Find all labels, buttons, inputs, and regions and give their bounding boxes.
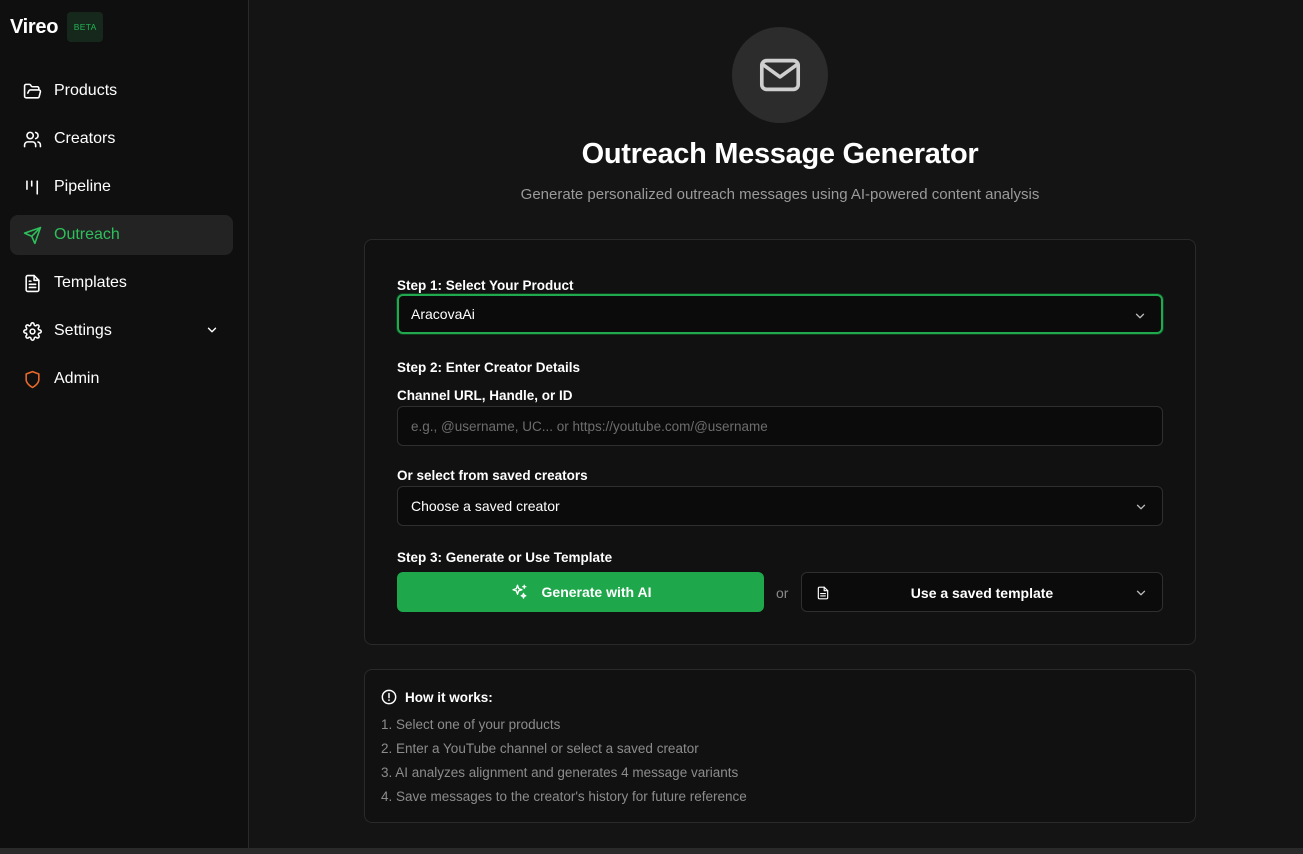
- horizontal-scrollbar[interactable]: [0, 848, 1303, 854]
- chevron-down-icon: [1134, 500, 1148, 514]
- list-item: 1. Select one of your products: [381, 717, 561, 732]
- step1-label: Step 1: Select Your Product: [397, 278, 574, 293]
- saved-template-label: Use a saved template: [910, 585, 1054, 601]
- sidebar-item-label: Creators: [54, 130, 116, 147]
- generator-form-card: Step 1: Select Your Product AracovaAi St…: [364, 239, 1196, 645]
- sidebar-item-label: Templates: [54, 274, 127, 291]
- step2-label: Step 2: Enter Creator Details: [397, 360, 581, 375]
- product-select-value: AracovaAi: [411, 306, 475, 322]
- sidebar-item-templates[interactable]: Templates: [10, 263, 233, 303]
- sidebar: Vireo BETA Products Creators Pipeline Ou…: [0, 0, 249, 854]
- page-subtitle: Generate personalized outreach messages …: [520, 186, 1040, 203]
- channel-input-placeholder: e.g., @username, UC... or https://youtub…: [411, 418, 768, 434]
- sparkles-icon: [510, 583, 528, 601]
- how-it-works-title: How it works:: [405, 689, 493, 705]
- info-alert-icon: [381, 689, 397, 705]
- gear-icon: [22, 321, 42, 341]
- sidebar-item-label: Admin: [54, 370, 100, 387]
- main-content: Outreach Message Generator Generate pers…: [250, 0, 1303, 854]
- sidebar-item-settings[interactable]: Settings: [10, 311, 233, 351]
- users-icon: [22, 129, 42, 149]
- how-it-works-heading: How it works:: [381, 689, 493, 705]
- saved-template-select[interactable]: Use a saved template: [801, 572, 1163, 612]
- kanban-icon: [22, 177, 42, 197]
- channel-input[interactable]: e.g., @username, UC... or https://youtub…: [397, 406, 1163, 446]
- sidebar-item-label: Settings: [54, 322, 112, 339]
- list-item: 4. Save messages to the creator's histor…: [381, 789, 747, 804]
- sidebar-item-outreach[interactable]: Outreach: [10, 215, 233, 255]
- chevron-down-icon[interactable]: [205, 323, 219, 337]
- brand-logo-text: Vireo: [10, 15, 59, 38]
- saved-creator-select[interactable]: Choose a saved creator: [397, 486, 1163, 526]
- saved-creators-label: Or select from saved creators: [397, 468, 588, 483]
- sidebar-item-admin[interactable]: Admin: [10, 359, 233, 399]
- brand[interactable]: Vireo BETA: [10, 12, 104, 42]
- folder-icon: [22, 81, 42, 101]
- product-select[interactable]: AracovaAi: [397, 294, 1163, 334]
- sidebar-item-creators[interactable]: Creators: [10, 119, 233, 159]
- beta-badge: BETA: [67, 12, 104, 42]
- sidebar-item-pipeline[interactable]: Pipeline: [10, 167, 233, 207]
- how-it-works-steps: 1. Select one of your products 2. Enter …: [381, 716, 747, 812]
- sidebar-item-label: Pipeline: [54, 178, 111, 195]
- file-text-icon: [22, 273, 42, 293]
- shield-icon: [22, 369, 42, 389]
- sidebar-item-label: Outreach: [54, 226, 120, 243]
- how-it-works-card: How it works: 1. Select one of your prod…: [364, 669, 1196, 823]
- generate-with-ai-label: Generate with AI: [541, 584, 652, 600]
- chevron-down-icon: [1134, 586, 1148, 600]
- or-separator: or: [776, 585, 789, 601]
- sidebar-item-label: Products: [54, 82, 118, 99]
- chevron-down-icon: [1133, 309, 1147, 323]
- step3-label: Step 3: Generate or Use Template: [397, 550, 613, 565]
- sidebar-item-products[interactable]: Products: [10, 71, 233, 111]
- generate-with-ai-button[interactable]: Generate with AI: [397, 572, 764, 612]
- sidebar-nav: Products Creators Pipeline Outreach Temp…: [10, 71, 233, 407]
- list-item: 3. AI analyzes alignment and generates 4…: [381, 765, 739, 780]
- list-item: 2. Enter a YouTube channel or select a s…: [381, 741, 699, 756]
- page-title: Outreach Message Generator: [581, 138, 979, 170]
- channel-label: Channel URL, Handle, or ID: [397, 388, 573, 403]
- send-icon: [22, 225, 42, 245]
- mail-icon: [732, 27, 828, 123]
- saved-creator-select-value: Choose a saved creator: [411, 498, 560, 514]
